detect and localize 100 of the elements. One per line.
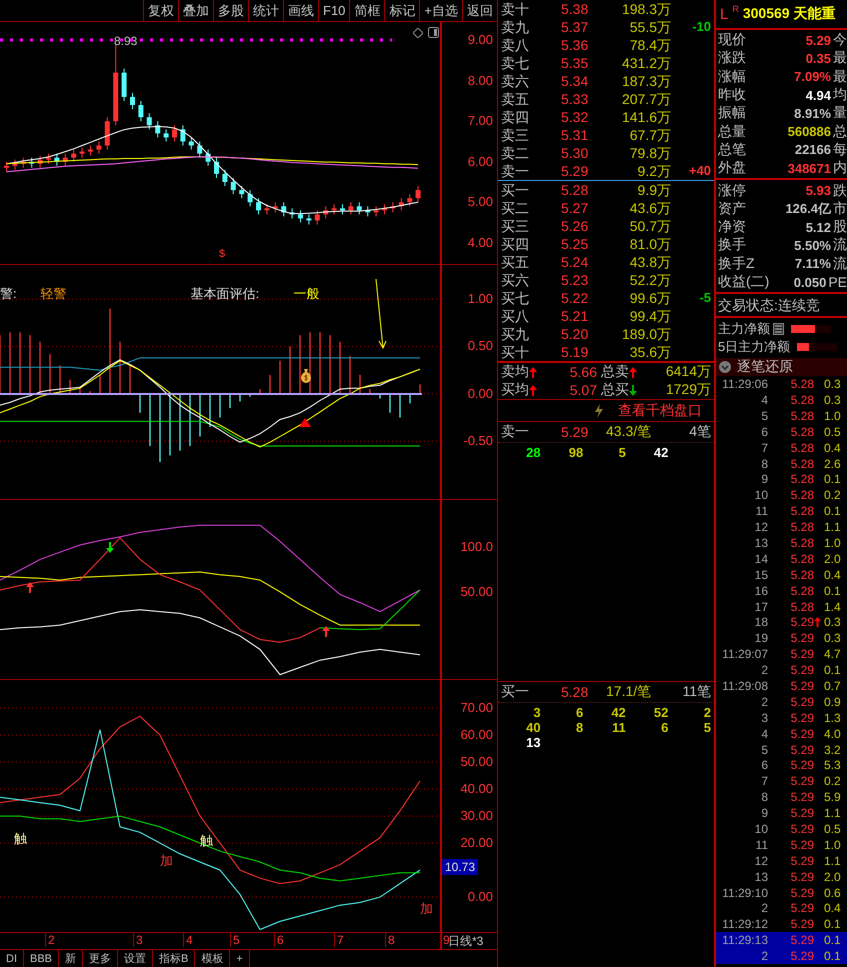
trade-row[interactable]: 2 5.29 0.9 — [716, 694, 847, 710]
volume-text: 55.5万 — [628, 18, 671, 36]
trade-row[interactable]: 2 5.29 0.1 — [716, 662, 847, 678]
trade-row[interactable]: 17 5.28 1.4 — [716, 598, 847, 615]
order-count: 11笔 — [681, 683, 712, 701]
diamond-icon — [413, 28, 423, 38]
trade-time: 15 — [754, 568, 768, 582]
order-size: 40 — [525, 720, 541, 735]
axis-label: 0.50 — [468, 338, 493, 354]
level-label: 卖八 — [500, 36, 530, 54]
trade-time: 11:29:08 — [721, 679, 768, 694]
price-text: 5.25 — [561, 235, 590, 253]
trade-time: 10 — [754, 488, 768, 502]
trade-row[interactable]: 5 5.29 3.2 — [716, 742, 847, 758]
trade-row[interactable]: 7 5.29 0.2 — [716, 773, 847, 790]
axis-label: 7 — [334, 933, 344, 947]
trade-row[interactable]: 11:29:08 5.29 0.7 — [716, 678, 847, 694]
trade-price: 5.28 — [790, 440, 814, 455]
level-label: 买四 — [500, 235, 530, 253]
trade-volume: 1.1 — [823, 806, 841, 820]
trade-row[interactable]: 11 5.28 0.1 — [716, 503, 847, 520]
collapse-icon[interactable] — [719, 361, 731, 374]
order-size: 3 — [532, 705, 541, 720]
depth-link[interactable]: 查看千档盘口 — [618, 402, 702, 420]
trade-row[interactable]: 13 5.29 2.0 — [716, 868, 847, 885]
volume-text: 99.6万 — [628, 289, 671, 307]
price-text: 5.26 — [561, 217, 590, 235]
trade-row[interactable]: 14 5.28 2.0 — [716, 550, 847, 567]
trade-row[interactable]: 9 5.28 0.1 — [716, 472, 847, 488]
trade-time: 4 — [760, 392, 768, 407]
candlestick — [306, 214, 312, 225]
trade-row[interactable]: 3 5.29 1.3 — [716, 710, 847, 726]
candlestick — [214, 157, 219, 178]
trade-volume: 0.9 — [823, 694, 841, 709]
trade-time: 11 — [754, 838, 768, 852]
current-value-badge: 10.73 — [442, 859, 478, 876]
trade-row[interactable]: 12 5.28 1.1 — [716, 519, 847, 536]
trade-row[interactable]: 11:29:06 5.28 0.3 — [716, 376, 847, 392]
trade-row[interactable]: 8 5.29 5.9 — [716, 789, 847, 806]
price-text: 5.36 — [561, 36, 590, 54]
list-icon[interactable] — [773, 323, 784, 336]
trade-row[interactable]: 7 5.28 0.4 — [716, 440, 847, 456]
axis-label: 100.0 — [460, 538, 493, 555]
panel-toggle-icon[interactable] — [428, 27, 439, 38]
trade-row[interactable]: 18 5.29 0.3 — [716, 614, 847, 630]
trade-row[interactable]: 8 5.28 2.6 — [716, 456, 847, 472]
trade-row[interactable]: 10 5.28 0.2 — [716, 487, 847, 504]
trade-volume: 0.1 — [823, 504, 841, 518]
trade-row[interactable]: 13 5.28 1.0 — [716, 535, 847, 551]
trade-row[interactable]: 4 5.28 0.3 — [716, 392, 847, 408]
candlestick — [155, 120, 160, 138]
trade-row[interactable]: 11 5.29 1.0 — [716, 836, 847, 853]
candlestick — [298, 210, 303, 223]
trade-row[interactable]: 15 5.28 0.4 — [716, 566, 847, 583]
trade-row[interactable]: 11:29:07 5.29 4.7 — [716, 646, 847, 662]
price-text: 5.19 — [561, 343, 590, 361]
average-price: 5.66 — [568, 364, 597, 380]
trade-row[interactable]: 2 5.29 0.1 — [716, 948, 847, 964]
volume-text: 81.0万 — [628, 235, 671, 253]
trade-time: 5 — [760, 742, 768, 757]
trade-row[interactable]: 5 5.28 1.0 — [716, 408, 847, 424]
order-size: 13 — [525, 735, 541, 750]
trade-volume: 0.5 — [823, 822, 841, 836]
trade-price: 5.29 — [790, 790, 814, 804]
trade-row[interactable]: 16 5.28 0.1 — [716, 582, 847, 599]
trade-row[interactable]: 12 5.29 1.1 — [716, 852, 847, 869]
trade-row[interactable]: 19 5.29 0.3 — [716, 630, 847, 646]
volume-text: 141.6万 — [620, 108, 671, 126]
trade-row[interactable]: 11:29:12 5.29 0.1 — [716, 916, 847, 932]
stat-value: 560886 — [786, 124, 831, 140]
rating-label: 基本面评估: — [190, 285, 260, 303]
axis-label: 70.00 — [460, 700, 493, 716]
trade-row[interactable]: 11:29:13 5.29 0.1 — [716, 932, 847, 948]
trade-time: 7 — [760, 440, 768, 455]
trade-row[interactable]: 4 5.29 4.0 — [716, 726, 847, 742]
panel-title: 逐笔还原 — [737, 358, 793, 376]
trade-row[interactable]: 9 5.29 1.1 — [716, 805, 847, 822]
warning-label: 警: — [0, 285, 17, 303]
trade-price: 5.29 — [790, 679, 814, 694]
trade-price: 5.28 — [790, 408, 814, 423]
volume-text: 187.3万 — [620, 72, 671, 90]
stat-label: 流 — [832, 236, 847, 254]
trade-row[interactable]: 2 5.29 0.4 — [716, 900, 847, 916]
trade-row[interactable]: 6 5.29 5.3 — [716, 758, 847, 774]
trade-time: 13 — [754, 536, 768, 550]
axis-label: 4 — [183, 933, 193, 947]
level-label: 买十 — [500, 343, 530, 361]
trade-row[interactable]: 11:29:10 5.29 0.6 — [716, 884, 847, 901]
stat-value: 22166 — [794, 142, 831, 158]
trade-volume: 0.7 — [823, 679, 841, 694]
order-size: 98 — [568, 445, 584, 460]
trade-time: 12 — [754, 854, 768, 868]
price-text: 5.32 — [561, 108, 590, 126]
trade-row[interactable]: 10 5.29 0.5 — [716, 821, 847, 837]
trade-row[interactable]: 6 5.28 0.5 — [716, 424, 847, 440]
candlestick — [180, 124, 186, 146]
level-label: 卖六 — [500, 72, 530, 90]
stat-value: 7.11% — [794, 256, 831, 272]
trade-volume: 0.6 — [823, 886, 841, 900]
chart-annotation: 加 — [420, 900, 433, 918]
